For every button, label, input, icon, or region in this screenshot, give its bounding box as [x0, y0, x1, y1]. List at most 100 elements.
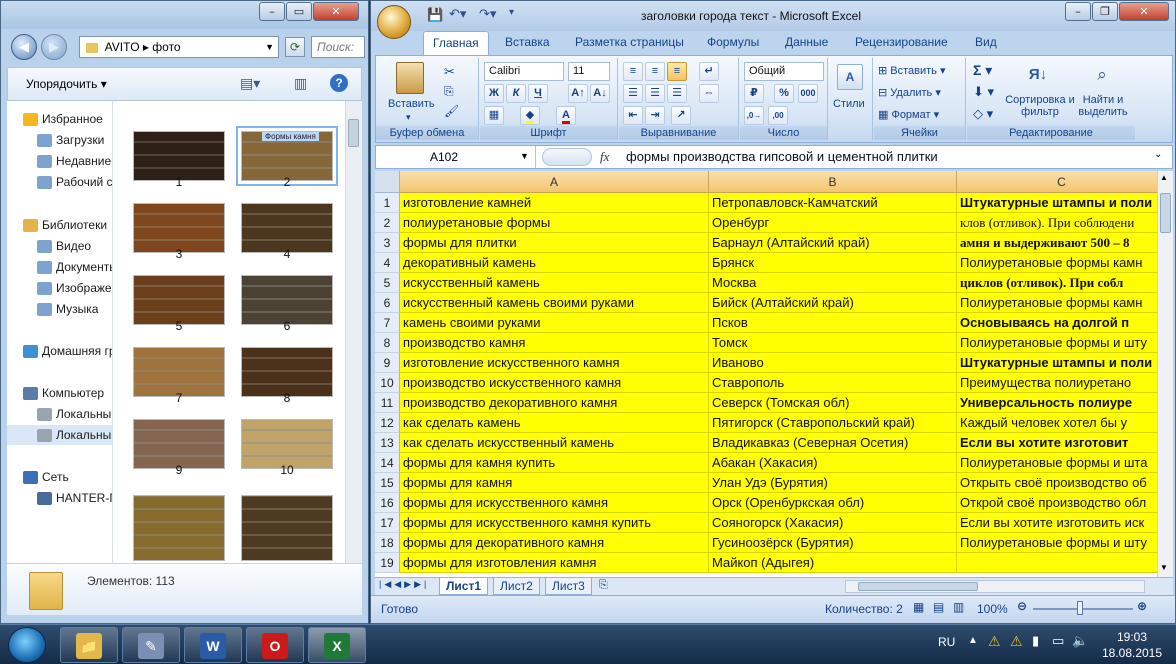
image-thumbnail[interactable] — [241, 275, 333, 325]
comma-style-icon[interactable]: 000 — [798, 84, 818, 103]
delete-cells-button[interactable]: ⊟ Удалить ▾ — [878, 86, 941, 99]
cell-b[interactable]: Москва — [709, 273, 957, 293]
nav-item[interactable]: Сеть — [7, 467, 112, 487]
styles-button[interactable]: Стили — [833, 98, 865, 110]
expand-formula-icon[interactable]: ⌄ — [1154, 149, 1162, 160]
minimize-button[interactable]: – — [259, 2, 285, 21]
image-thumbnail[interactable] — [133, 131, 225, 181]
cell-b[interactable]: Петропавловск-Камчатский — [709, 193, 957, 213]
sheet-tab-1[interactable]: Лист1 — [439, 578, 489, 595]
insert-function-icon[interactable]: fx — [600, 149, 609, 165]
format-cells-button[interactable]: ▦ Формат ▾ — [878, 108, 939, 121]
refresh-icon[interactable]: ⟳ — [285, 37, 305, 57]
cell-a[interactable]: декоративный камень — [400, 253, 709, 273]
nav-item[interactable]: Библиотеки — [7, 215, 112, 235]
restore-button[interactable]: ❐ — [1092, 2, 1118, 21]
cell-c[interactable]: Открой своё производство обл — [957, 493, 1157, 513]
row-header[interactable]: 7 — [375, 313, 400, 333]
taskbar-pinned-app-button[interactable]: ✎ — [122, 627, 180, 663]
cell-b[interactable]: Майкоп (Адыгея) — [709, 553, 957, 573]
nav-item[interactable]: Музыка — [7, 299, 112, 319]
paste-icon[interactable] — [396, 62, 424, 94]
styles-icon[interactable]: A — [837, 64, 863, 90]
image-thumbnail[interactable] — [133, 419, 225, 469]
cell-c[interactable]: Штукатурные штампы и поли — [957, 193, 1157, 213]
row-header[interactable]: 8 — [375, 333, 400, 353]
sheet-tab-2[interactable]: Лист2 — [493, 578, 540, 595]
nav-item[interactable]: Изображения — [7, 278, 112, 298]
worksheet-grid[interactable]: A B C 1 изготовление камней Петропавловск-… — [375, 171, 1157, 577]
nav-item[interactable]: Документы — [7, 257, 112, 277]
zoom-slider-thumb[interactable] — [1077, 601, 1083, 615]
network-status-icon[interactable]: ▮ — [1032, 633, 1039, 649]
scroll-thumb[interactable] — [1160, 193, 1171, 233]
cell-a[interactable]: производство камня — [400, 333, 709, 353]
cell-c[interactable]: Полиуретановые формы камн — [957, 253, 1157, 273]
bold-icon[interactable]: Ж — [484, 84, 504, 103]
zoom-out-icon[interactable]: ⊖ — [1017, 599, 1027, 613]
image-thumbnail[interactable] — [241, 347, 333, 397]
breadcrumb-avito[interactable]: AVITO — [105, 40, 140, 54]
cell-a[interactable]: изготовление искусственного камня — [400, 353, 709, 373]
column-header-a[interactable]: A — [400, 171, 709, 193]
image-thumbnail[interactable] — [133, 203, 225, 253]
cell-b[interactable]: Абакан (Хакасия) — [709, 453, 957, 473]
ribbon-tab[interactable]: Формулы — [707, 35, 759, 49]
nav-item[interactable]: Локальный диск (C:) — [7, 404, 112, 424]
image-thumbnail[interactable] — [133, 495, 225, 561]
increase-indent-icon[interactable]: ⇥ — [645, 106, 665, 125]
row-header[interactable]: 9 — [375, 353, 400, 373]
back-icon[interactable]: ◀ — [11, 34, 37, 60]
row-header[interactable]: 10 — [375, 373, 400, 393]
align-middle-icon[interactable]: ≡ — [645, 62, 665, 81]
organize-button[interactable]: Упорядочить ▾ — [26, 77, 107, 91]
cell-a[interactable]: формы для искусственного камня купить — [400, 513, 709, 533]
breadcrumb-photo[interactable]: фото — [152, 40, 180, 54]
cell-c[interactable]: Полиуретановые формы и шту — [957, 533, 1157, 553]
cell-a[interactable]: формы для камня — [400, 473, 709, 493]
cell-b[interactable]: Псков — [709, 313, 957, 333]
taskbar-word-button[interactable]: W — [184, 627, 242, 663]
italic-icon[interactable]: К — [506, 84, 526, 103]
cell-b[interactable]: Улан Удэ (Бурятия) — [709, 473, 957, 493]
nav-item[interactable]: HANTER-ПК — [7, 488, 112, 508]
borders-icon[interactable]: ▦ — [484, 106, 504, 125]
h-scroll-thumb[interactable] — [858, 582, 978, 591]
align-bottom-icon[interactable]: ≡ — [667, 62, 687, 81]
cell-c[interactable]: Каждый человек хотел бы у — [957, 413, 1157, 433]
qat-customize-icon[interactable]: ▾ — [509, 7, 514, 18]
align-left-icon[interactable]: ☰ — [623, 84, 643, 103]
paste-button[interactable]: Вставить — [388, 98, 435, 110]
cell-b[interactable]: Оренбург — [709, 213, 957, 233]
search-input[interactable]: Поиск: — [311, 36, 365, 58]
zoom-slider[interactable] — [1033, 608, 1133, 610]
redo-icon[interactable]: ↷▾ — [479, 6, 496, 22]
volume-icon[interactable]: 🔈 — [1072, 633, 1088, 649]
chevron-down-icon[interactable]: ▼ — [265, 37, 274, 57]
help-icon[interactable]: ? — [330, 74, 348, 92]
cell-a[interactable]: формы для декоративного камня — [400, 533, 709, 553]
insert-sheet-icon[interactable]: ⎘ — [599, 579, 608, 592]
excel-titlebar[interactable]: 💾 ↶▾ ↷▾ ▾ заголовки города текст - Micro… — [371, 1, 1175, 39]
cell-a[interactable]: изготовление камней — [400, 193, 709, 213]
cell-a[interactable]: как сделать камень — [400, 413, 709, 433]
cell-a[interactable]: как сделать искусственный камень — [400, 433, 709, 453]
cell-c[interactable]: Преимущества полиуретано — [957, 373, 1157, 393]
cell-b[interactable]: Томск — [709, 333, 957, 353]
cell-c[interactable]: амня и выдерживают 500 – 8 — [957, 233, 1157, 253]
ribbon-tab[interactable]: Вставка — [505, 35, 550, 49]
explorer-titlebar[interactable]: – ▭ ✕ — [1, 1, 368, 29]
paste-dropdown-icon[interactable]: ▾ — [406, 112, 411, 123]
nav-item[interactable]: Домашняя группа — [7, 341, 112, 361]
preview-pane-icon[interactable]: ▥ — [294, 75, 307, 92]
show-hidden-icons-icon[interactable]: ▲ — [968, 635, 978, 646]
image-thumbnail[interactable]: Формы камня — [236, 126, 338, 186]
cell-b[interactable]: Барнаул (Алтайский край) — [709, 233, 957, 253]
image-thumbnail[interactable] — [241, 419, 333, 469]
cell-a[interactable]: искусственный камень — [400, 273, 709, 293]
fill-icon[interactable]: ⬇ ▾ — [973, 84, 994, 100]
cell-b[interactable]: Владикавказ (Северная Осетия) — [709, 433, 957, 453]
number-format-box[interactable]: Общий — [744, 62, 824, 81]
ribbon-tab[interactable]: Данные — [785, 35, 828, 49]
cell-a[interactable]: формы для плитки — [400, 233, 709, 253]
